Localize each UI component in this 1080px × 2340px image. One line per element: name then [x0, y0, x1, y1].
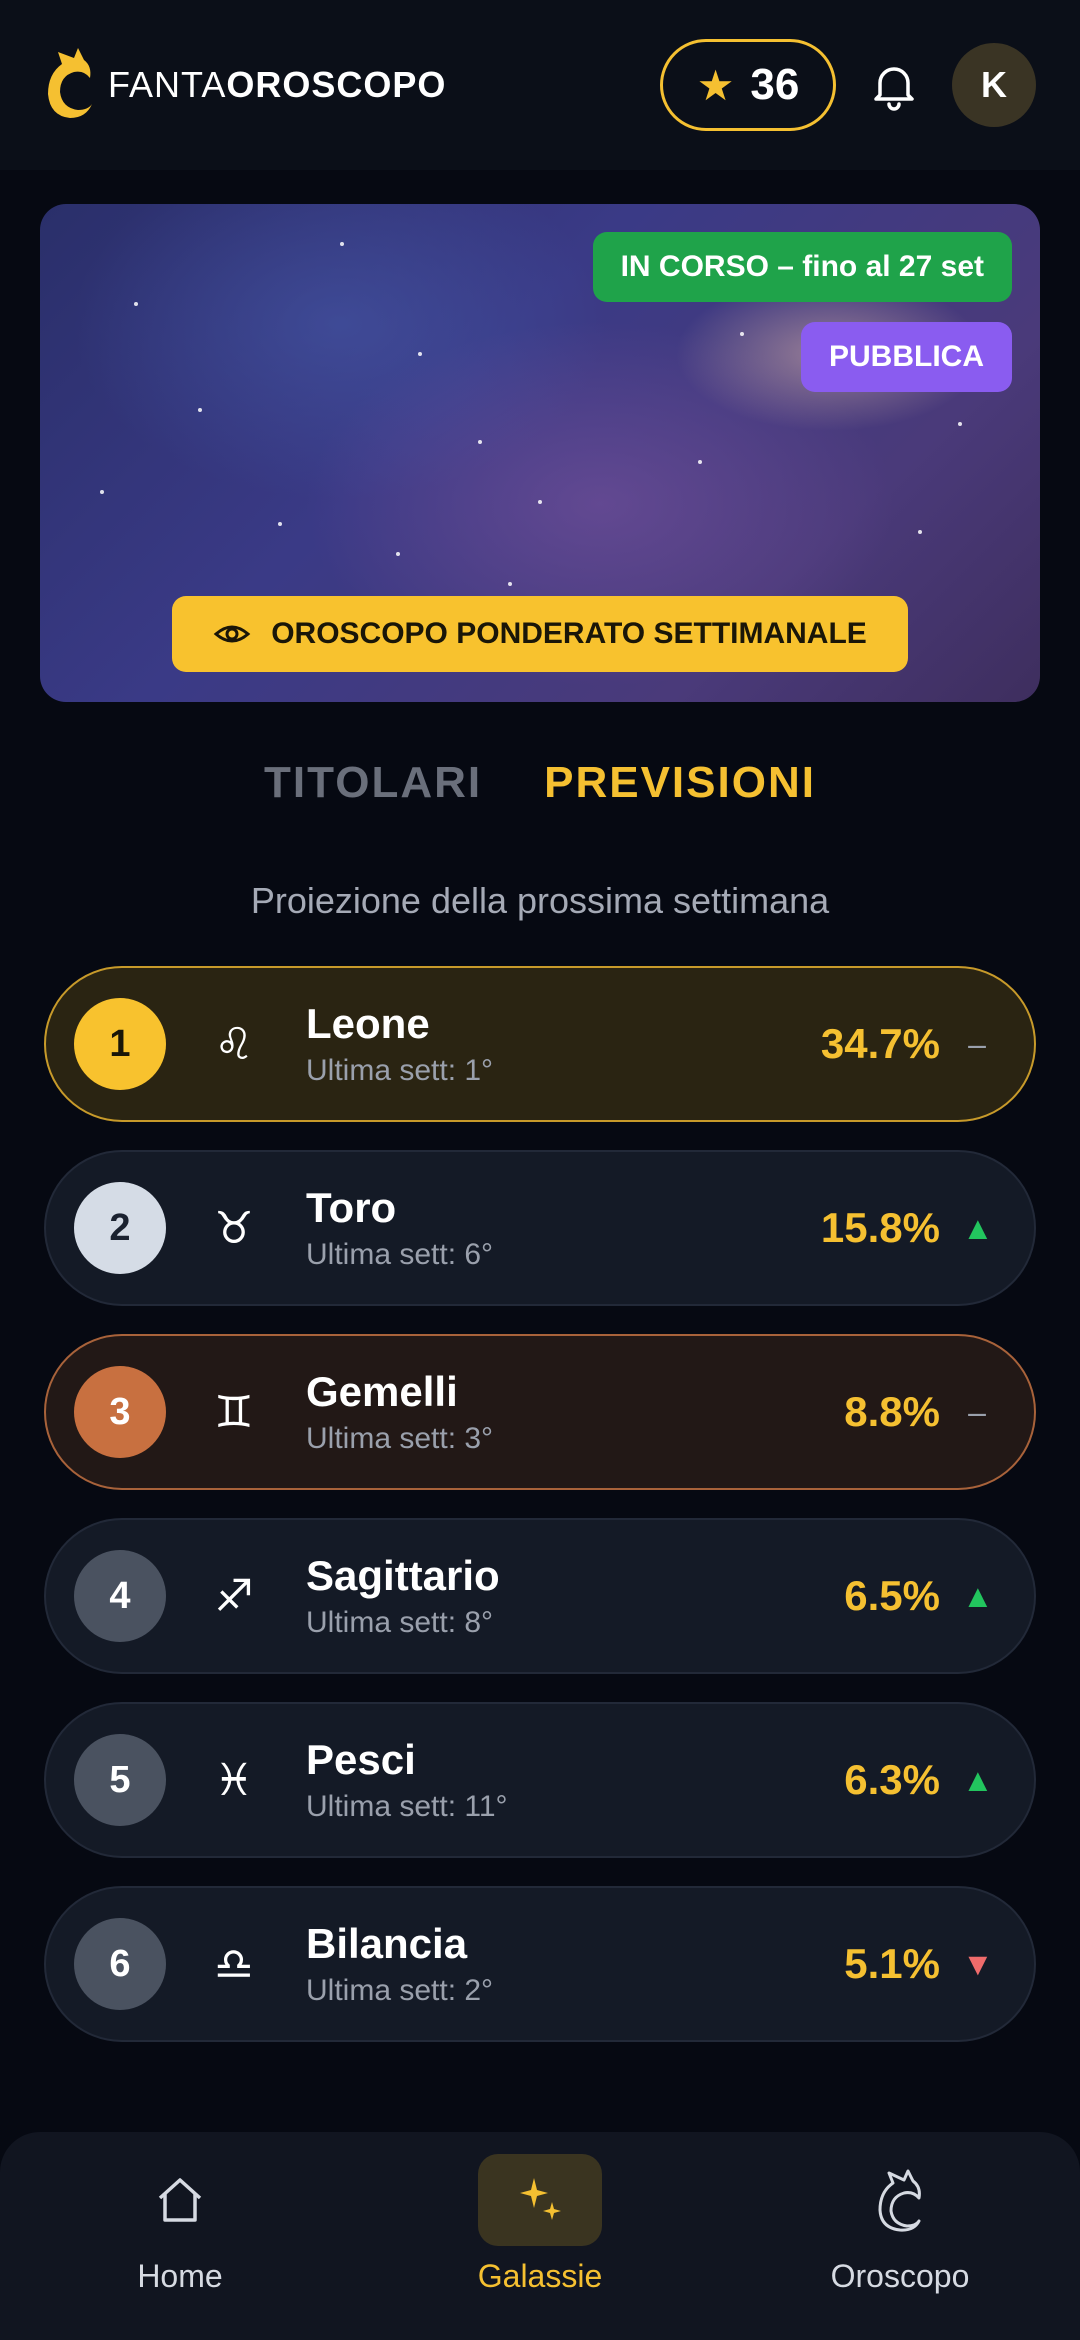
ranking-row[interactable]: 4 ♐ Sagittario Ultima sett: 8° 6.5% ▲	[44, 1518, 1036, 1674]
app-name: FANTAOROSCOPO	[108, 64, 446, 106]
last-week-position: Ultima sett: 3°	[306, 1422, 494, 1455]
bell-icon[interactable]	[866, 57, 922, 113]
sagittarius-icon: ♐	[214, 1570, 254, 1622]
rank-badge: 1	[74, 998, 166, 1090]
nav-galassie[interactable]: Galassie	[410, 2154, 670, 2295]
section-subtitle: Proiezione della prossima settimana	[250, 880, 830, 921]
rank-badge: 3	[74, 1366, 166, 1458]
app-name-bold: OROSCOPO	[226, 64, 447, 105]
weekly-horoscope-button[interactable]: OROSCOPO PONDERATO SETTIMANALE	[172, 596, 908, 672]
pisces-icon: ♓	[214, 1754, 254, 1806]
last-week-position: Ultima sett: 1°	[306, 1054, 494, 1087]
weekly-horoscope-label: OROSCOPO PONDERATO SETTIMANALE	[271, 617, 867, 650]
trend-flat-icon: –	[968, 1025, 986, 1062]
ranking-row[interactable]: 3 ♊ Gemelli Ultima sett: 3° 8.8% –	[44, 1334, 1036, 1490]
view-tabs: TITOLARI PREVISIONI	[0, 758, 1080, 808]
rank-badge: 5	[74, 1734, 166, 1826]
ranking-row[interactable]: 5 ♓ Pesci Ultima sett: 11° 6.3% ▲	[44, 1702, 1036, 1858]
trend-down-icon: ▼	[962, 1945, 994, 1982]
app-name-light: FANTA	[108, 64, 227, 105]
tab-previsioni[interactable]: PREVISIONI	[544, 758, 816, 808]
star-icon: ★	[696, 61, 735, 109]
nav-home-label: Home	[137, 2258, 223, 2294]
bottom-navigation: Home Galassie Oroscopo	[0, 2132, 1080, 2340]
rank-badge: 6	[74, 1918, 166, 2010]
nav-home[interactable]: Home	[50, 2154, 310, 2295]
sign-name: Bilancia	[306, 1920, 468, 1967]
percentage: 5.1%	[844, 1940, 940, 1987]
percentage: 8.8%	[844, 1388, 940, 1435]
app-header: FANTAOROSCOPO ★ 36 K	[0, 0, 1080, 170]
sign-name: Gemelli	[306, 1368, 458, 1415]
last-week-position: Ultima sett: 2°	[306, 1974, 494, 2007]
nav-galassie-label: Galassie	[477, 2258, 603, 2294]
percentage: 6.3%	[844, 1756, 940, 1803]
leo-icon: ♌	[214, 1018, 254, 1070]
visibility-badge: PUBBLICA	[801, 322, 1012, 392]
nav-oroscopo[interactable]: Oroscopo	[770, 2154, 1030, 2295]
ranking-row[interactable]: 1 ♌ Leone Ultima sett: 1° 34.7% –	[44, 966, 1036, 1122]
ranking-row[interactable]: 6 ♎ Bilancia Ultima sett: 2° 5.1% ▼	[44, 1886, 1036, 2042]
percentage: 6.5%	[844, 1572, 940, 1619]
sign-name: Sagittario	[306, 1552, 500, 1599]
moon-cat-icon	[878, 2169, 921, 2232]
home-icon	[158, 2178, 202, 2222]
gemini-icon: ♊	[214, 1386, 254, 1438]
last-week-position: Ultima sett: 8°	[306, 1606, 494, 1639]
percentage: 15.8%	[820, 1204, 940, 1251]
ranking-row[interactable]: 2 ♉ Toro Ultima sett: 6° 15.8% ▲	[44, 1150, 1036, 1306]
sign-name: Toro	[306, 1184, 397, 1231]
last-week-position: Ultima sett: 6°	[306, 1238, 494, 1271]
trend-flat-icon: –	[968, 1393, 986, 1430]
sign-name: Pesci	[306, 1736, 416, 1783]
trend-up-icon: ▲	[962, 1577, 994, 1614]
app-logo[interactable]: FANTAOROSCOPO	[44, 48, 446, 122]
trend-up-icon: ▲	[962, 1761, 994, 1798]
taurus-icon: ♉	[214, 1202, 254, 1254]
percentage: 34.7%	[820, 1020, 940, 1067]
libra-icon: ♎	[214, 1938, 254, 1990]
moon-cat-logo-icon	[48, 48, 92, 118]
tab-titolari[interactable]: TITOLARI	[264, 758, 482, 808]
rank-badge: 2	[74, 1182, 166, 1274]
league-banner[interactable]: IN CORSO – fino al 27 set PUBBLICA OROSC…	[40, 204, 1040, 702]
eye-icon	[213, 625, 251, 643]
points-value: 36	[750, 60, 800, 109]
sparkles-icon	[520, 2178, 561, 2220]
nav-oroscopo-label: Oroscopo	[830, 2258, 970, 2294]
avatar[interactable]: K	[952, 43, 1036, 127]
rank-badge: 4	[74, 1550, 166, 1642]
last-week-position: Ultima sett: 11°	[306, 1790, 508, 1823]
status-badge: IN CORSO – fino al 27 set	[592, 232, 1012, 302]
trend-up-icon: ▲	[962, 1209, 994, 1246]
sign-name: Leone	[306, 1000, 430, 1047]
points-badge[interactable]: ★ 36	[660, 39, 836, 131]
